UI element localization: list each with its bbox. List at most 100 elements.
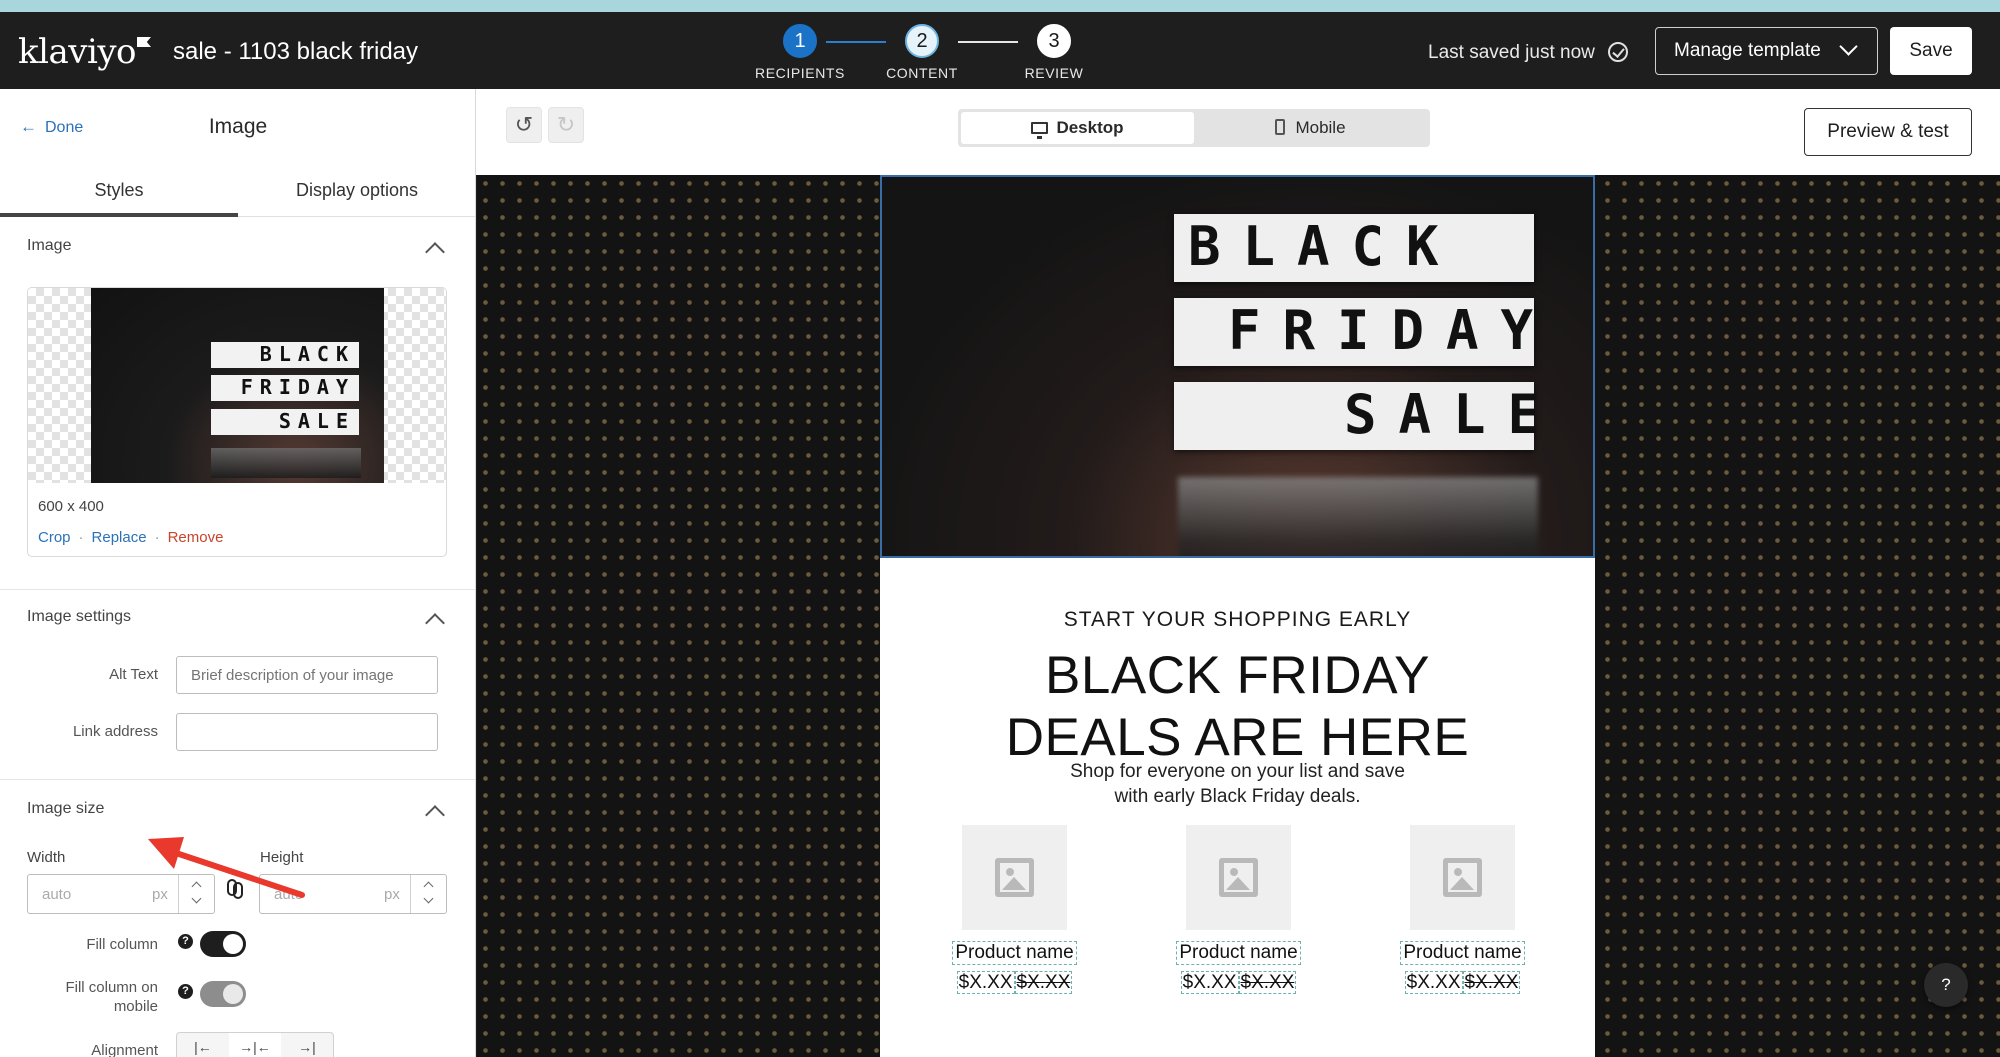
headline-line: BLACK FRIDAY [1045, 646, 1430, 705]
height-unit: px [384, 886, 400, 903]
help-button[interactable]: ? [1924, 963, 1968, 1007]
product-name[interactable]: Product name [952, 941, 1077, 965]
toggle-knob [223, 984, 243, 1004]
help-icon[interactable]: ? [178, 984, 193, 999]
alt-text-input[interactable] [176, 656, 438, 694]
product-price[interactable]: $X.XX [1404, 971, 1463, 994]
monitor-icon [1031, 122, 1049, 139]
hero-reflection [1178, 477, 1538, 556]
image-size-heading[interactable]: Image size [27, 800, 104, 818]
product-image-placeholder[interactable] [1410, 825, 1515, 930]
fill-column-mobile-label: Fill column on mobile [65, 979, 158, 1015]
align-center-icon[interactable]: →|← [229, 1033, 281, 1057]
save-button[interactable]: Save [1890, 27, 1972, 75]
saved-status: Last saved just now [1428, 42, 1595, 63]
alignment-label: Alignment [91, 1042, 158, 1057]
product-prices: $X.XX $X.XX [952, 971, 1077, 994]
height-stepper[interactable] [410, 875, 446, 913]
image-section-heading[interactable]: Image [27, 237, 71, 255]
email-body: BLACK FRIDAY SALE START YOUR SHOPPING EA… [880, 175, 1595, 1057]
image-icon-sun [1454, 868, 1462, 876]
link-address-input[interactable] [176, 713, 438, 751]
image-preview-card: BLACK FRIDAY SALE 600 x 400 Crop · Replace… [27, 287, 447, 557]
chevron-down-icon[interactable] [423, 893, 434, 904]
logo-flag-icon [137, 37, 152, 47]
chevron-up-icon[interactable] [423, 881, 434, 892]
product-prices: $X.XX $X.XX [1176, 971, 1301, 994]
campaign-title[interactable]: sale - 1103 black friday [173, 38, 418, 66]
link-address-label: Link address [72, 723, 158, 740]
tab-styles[interactable]: Styles [0, 173, 238, 217]
tab-display-options[interactable]: Display options [238, 173, 475, 217]
step-review[interactable]: 3 REVIEW [994, 24, 1114, 81]
klaviyo-logo[interactable]: klaviyo [18, 32, 152, 72]
body-copy-text[interactable]: Shop for everyone on your list and save … [880, 759, 1595, 809]
manage-template-button[interactable]: Manage template [1655, 27, 1878, 75]
annotation-arrow [148, 837, 305, 898]
image-settings-heading[interactable]: Image settings [27, 608, 131, 626]
product-name[interactable]: Product name [1400, 941, 1525, 965]
image-icon-mountain [1450, 877, 1474, 890]
pre-heading-text[interactable]: START YOUR SHOPPING EARLY [880, 608, 1595, 632]
chevron-up-icon[interactable] [425, 242, 445, 262]
product-image-placeholder[interactable] [1186, 825, 1291, 930]
product-name[interactable]: Product name [1176, 941, 1301, 965]
image-icon-sun [1230, 868, 1238, 876]
remove-link[interactable]: Remove [168, 529, 224, 546]
panel-title: Image [208, 115, 268, 138]
toggle-knob [223, 934, 243, 954]
alt-text-label: Alt Text [109, 666, 158, 683]
check-circle-icon [1608, 42, 1628, 62]
step-number: 2 [905, 24, 939, 58]
width-label: Width [27, 849, 66, 866]
preview-test-button[interactable]: Preview & test [1804, 108, 1972, 156]
help-icon[interactable]: ? [178, 934, 193, 949]
body-line: Shop for everyone on your list and save [1070, 761, 1405, 782]
mobile-view-button[interactable]: Mobile [1194, 112, 1427, 144]
align-right-icon[interactable]: →| [281, 1033, 333, 1057]
product-old-price[interactable]: $X.XX [1462, 971, 1521, 994]
headline-text[interactable]: BLACK FRIDAY DEALS ARE HERE [880, 645, 1595, 769]
redo-icon[interactable]: ↻ [548, 107, 584, 143]
step-content[interactable]: 2 CONTENT [862, 24, 982, 81]
fill-column-label: Fill column [86, 936, 158, 953]
image-properties-panel: ← Done Image Styles Display options Image… [0, 89, 476, 1057]
step-label: RECIPIENTS [754, 65, 845, 81]
section-divider [0, 779, 475, 780]
image-placeholder-icon [1443, 858, 1482, 897]
image-icon-sun [1006, 868, 1014, 876]
product-old-price[interactable]: $X.XX [1014, 971, 1073, 994]
campaign-stepper: 1 RECIPIENTS 2 CONTENT 3 REVIEW [740, 24, 1100, 89]
image-placeholder-icon [1219, 858, 1258, 897]
replace-link[interactable]: Replace [92, 529, 147, 546]
step-number: 1 [783, 24, 817, 58]
fill-column-mobile-toggle[interactable] [200, 981, 246, 1007]
email-editor: ↺ ↻ Desktop Mobile Preview & test BLACK … [476, 89, 2000, 1057]
thumbnail-reflection [211, 448, 361, 478]
crop-link[interactable]: Crop [38, 529, 71, 546]
chevron-up-icon[interactable] [425, 805, 445, 825]
product-price[interactable]: $X.XX [1180, 971, 1239, 994]
manage-template-label: Manage template [1674, 40, 1821, 61]
section-divider [0, 589, 475, 590]
step-label: CONTENT [886, 65, 958, 81]
product-old-price[interactable]: $X.XX [1238, 971, 1297, 994]
desktop-label: Desktop [1056, 118, 1124, 137]
chevron-up-icon[interactable] [425, 613, 445, 633]
chevron-down-icon [1839, 37, 1858, 56]
panel-tabs: Styles Display options [0, 173, 475, 217]
step-recipients[interactable]: 1 RECIPIENTS [740, 24, 860, 81]
undo-icon[interactable]: ↺ [506, 107, 542, 143]
klaviyo-editor: klaviyo sale - 1103 black friday 1 RECIP… [0, 0, 2000, 1057]
hero-image-block[interactable]: BLACK FRIDAY SALE [880, 175, 1595, 558]
product-image-placeholder[interactable] [962, 825, 1067, 930]
fill-column-toggle[interactable] [200, 931, 246, 957]
align-left-icon[interactable]: |← [177, 1033, 229, 1057]
thumbnail-sign-line: SALE [211, 409, 359, 435]
image-thumbnail[interactable]: BLACK FRIDAY SALE [91, 288, 384, 483]
width-placeholder: auto [42, 886, 72, 903]
image-icon-mountain [1226, 877, 1250, 890]
product-price[interactable]: $X.XX [956, 971, 1015, 994]
desktop-view-button[interactable]: Desktop [961, 112, 1194, 144]
product-prices: $X.XX $X.XX [1400, 971, 1525, 994]
